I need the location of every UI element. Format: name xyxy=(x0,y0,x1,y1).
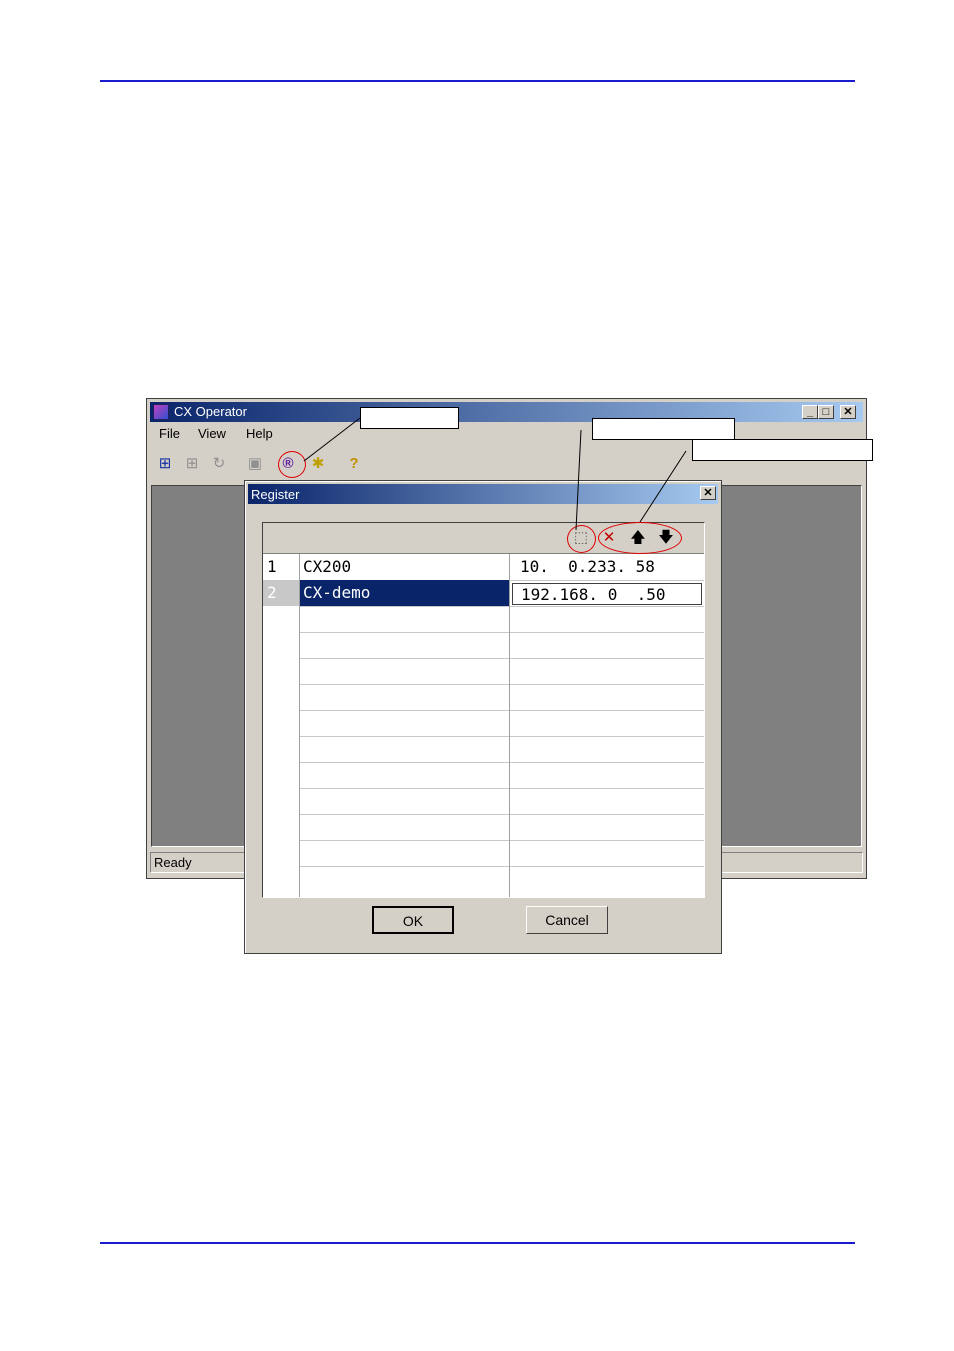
callout-lines xyxy=(303,417,687,531)
